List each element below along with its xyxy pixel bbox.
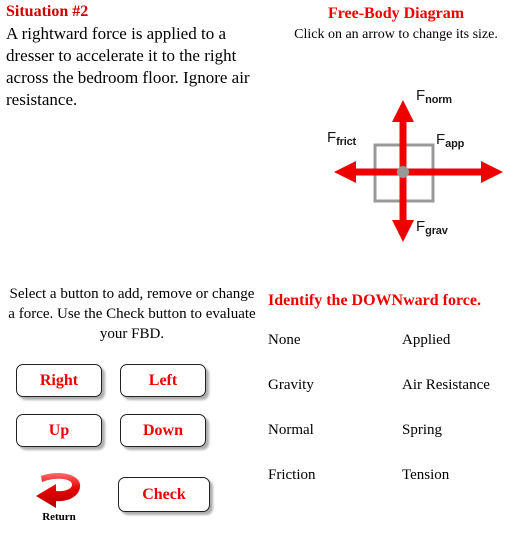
question-options: None Applied Gravity Air Resistance Norm…: [268, 332, 524, 484]
option-friction[interactable]: Friction: [268, 467, 402, 484]
force-label-gravity: Fgrav: [416, 218, 448, 237]
free-body-diagram-panel: Free-Body Diagram Click on an arrow to c…: [264, 0, 528, 262]
question-prompt: Identify the DOWNward force.: [268, 292, 482, 309]
return-arrow-icon: [36, 473, 81, 508]
controls-instructions: Select a button to add, remove or change…: [8, 286, 256, 342]
force-right-button[interactable]: Right: [16, 364, 102, 397]
force-label-friction-sub: frict: [336, 136, 356, 148]
force-label-normal-base: F: [416, 87, 426, 104]
option-gravity[interactable]: Gravity: [268, 377, 402, 394]
force-label-gravity-base: F: [416, 218, 426, 235]
situation-description: A rightward force is applied to a dresse…: [6, 24, 250, 109]
option-tension[interactable]: Tension: [402, 467, 524, 484]
force-down-button[interactable]: Down: [120, 414, 206, 447]
force-label-applied-sub: app: [445, 138, 465, 150]
force-label-gravity-sub: grav: [425, 225, 448, 237]
situation-panel: Situation #2 A rightward force is applie…: [6, 2, 262, 111]
force-label-applied: Fapp: [436, 131, 465, 150]
force-label-friction-base: F: [327, 129, 337, 146]
force-up-button[interactable]: Up: [16, 414, 102, 447]
option-none[interactable]: None: [268, 332, 402, 349]
return-button[interactable]: Return: [28, 470, 90, 523]
force-label-applied-base: F: [436, 131, 446, 148]
option-applied[interactable]: Applied: [402, 332, 524, 349]
question-panel: Identify the DOWNward force. None Applie…: [268, 292, 524, 484]
fbd-stage: Fnorm Ffrict Fapp Fgrav: [264, 0, 528, 262]
check-button[interactable]: Check: [118, 477, 210, 512]
option-air-resistance[interactable]: Air Resistance: [402, 377, 524, 394]
arrow-normal[interactable]: [392, 100, 414, 172]
force-label-normal: Fnorm: [416, 87, 452, 106]
arrow-gravity[interactable]: [392, 172, 414, 242]
arrow-applied[interactable]: [403, 161, 503, 183]
arrow-friction[interactable]: [334, 161, 403, 183]
situation-title: Situation #2: [6, 3, 89, 20]
option-normal[interactable]: Normal: [268, 422, 402, 439]
option-spring[interactable]: Spring: [402, 422, 524, 439]
fbd-canvas: [334, 100, 503, 242]
return-label: Return: [42, 511, 76, 523]
force-label-normal-sub: norm: [425, 94, 452, 106]
center-of-mass-dot: [397, 166, 409, 178]
force-left-button[interactable]: Left: [120, 364, 206, 397]
force-label-friction: Ffrict: [327, 129, 356, 148]
